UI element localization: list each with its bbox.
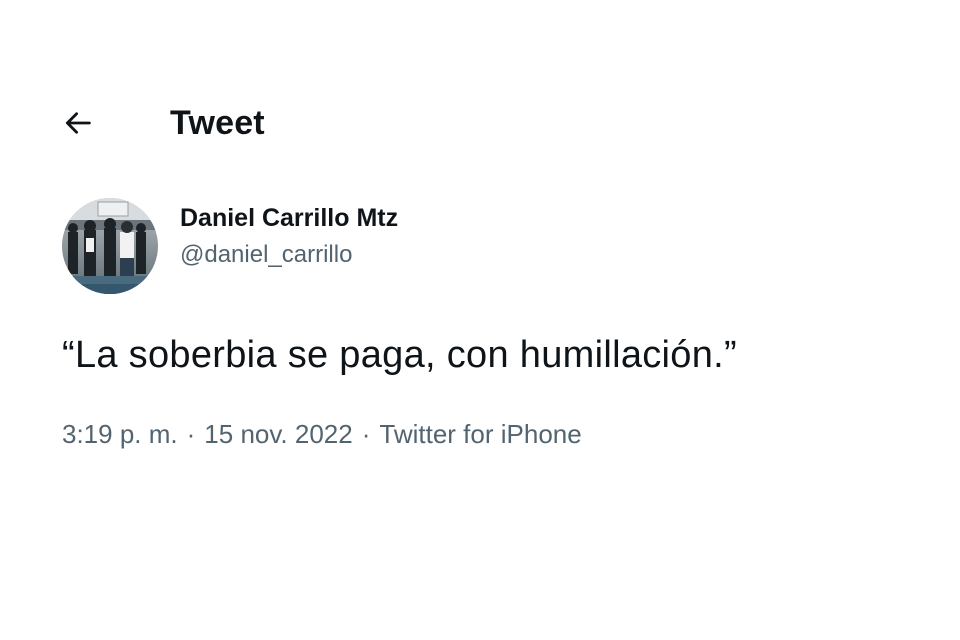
avatar[interactable] — [62, 198, 158, 294]
tweet-text: “La soberbia se paga, con humillación.” — [62, 334, 737, 376]
tweet-page: Tweet Daniel Carrillo Mtz @daniel_carril… — [0, 0, 960, 640]
user-handle[interactable]: @daniel_carrillo — [180, 235, 398, 275]
back-button[interactable] — [56, 101, 100, 145]
display-name[interactable]: Daniel Carrillo Mtz — [180, 201, 398, 235]
tweet-author: Daniel Carrillo Mtz @daniel_carrillo — [62, 198, 398, 294]
avatar-photo — [62, 198, 158, 294]
tweet-header: Tweet — [60, 98, 265, 148]
tweet-source[interactable]: Twitter for iPhone — [379, 416, 581, 452]
meta-separator: · — [186, 419, 196, 449]
tweet-meta: 3:19 p. m. · 15 nov. 2022 · Twitter for … — [62, 416, 582, 452]
meta-separator: · — [361, 419, 371, 449]
page-title: Tweet — [170, 103, 265, 142]
arrow-left-icon — [65, 112, 91, 134]
author-names: Daniel Carrillo Mtz @daniel_carrillo — [180, 201, 398, 275]
tweet-time[interactable]: 3:19 p. m. — [62, 416, 178, 452]
tweet-date[interactable]: 15 nov. 2022 — [204, 416, 352, 452]
